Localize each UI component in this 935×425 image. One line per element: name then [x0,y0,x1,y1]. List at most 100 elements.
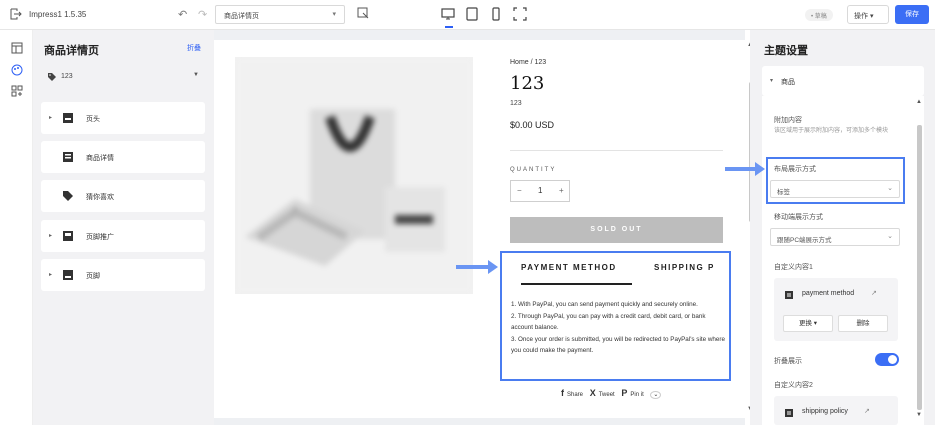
toggle-knob [888,355,897,364]
mobile-layout-select-value: 跟随PC端展示方式 [777,237,832,244]
active-tab-underline [521,283,632,285]
change-button[interactable]: 更换 ▾ [783,315,833,332]
share-link[interactable]: Share [567,392,583,398]
chevron-down-icon: ▾ [332,11,336,18]
mobile-icon[interactable] [489,7,503,21]
document-icon [785,291,793,299]
product-detail-icon [63,152,73,162]
section-item-label: 页脚推广 [86,234,114,241]
caret-down-icon[interactable]: ▾ [770,77,773,84]
page-select-value: 商品详情页 [224,13,259,20]
layout-highlight [766,157,905,204]
save-button[interactable]: 保存 [895,5,929,24]
page-select[interactable]: 商品详情页 ▾ [215,5,345,24]
section-item-footer[interactable]: ▸ 页脚 [41,259,205,291]
product-photo [235,57,473,294]
section-item-footer-promo[interactable]: ▸ 页脚推广 [41,220,205,252]
tab-payment-method[interactable]: PAYMENT METHOD [521,263,617,272]
settings-scrollbar[interactable] [917,125,922,410]
section-item-label: 页脚 [86,273,100,280]
scroll-up-icon[interactable]: ▲ [916,99,922,105]
tweet-link[interactable]: Tweet [599,392,615,398]
caret-down-icon: ▼ [193,72,199,78]
product-sku: 123 [510,100,522,107]
custom-content-name: payment method [802,290,855,297]
caret-right-icon[interactable]: ▸ [49,232,52,239]
panel-title: 商品详情页 [44,45,99,57]
payment-line: 2. Through PayPal, you can pay with a cr… [511,312,706,332]
document-icon [785,409,793,417]
layout-icon[interactable] [11,42,23,54]
active-device-indicator [445,26,453,28]
redo-icon[interactable]: ↷ [198,8,207,21]
pinterest-icon[interactable]: P [621,388,627,398]
tablet-icon[interactable] [465,7,479,21]
preview-canvas: Home / 123 123 123 $0.00 USD QUANTITY − … [214,30,753,425]
tab-shipping[interactable]: SHIPPING P [654,263,715,272]
payment-line: 1. With PayPal, you can send payment qui… [511,301,698,308]
share-row: f Share X Tweet P Pin it ⌄ [561,388,666,399]
caret-right-icon[interactable]: ▸ [49,271,52,278]
caret-right-icon[interactable]: ▸ [49,114,52,121]
product-image[interactable] [235,57,473,294]
extra-content-label: 附加内容 [774,117,802,124]
section-item-recommend[interactable]: 猜你喜欢 [41,180,205,212]
inspect-icon[interactable] [357,7,369,19]
collapse-button[interactable]: 折叠 [187,43,201,53]
product-price: $0.00 USD [510,120,555,130]
left-panel: 商品详情页 折叠 123 ▼ ▸ 页头 商品详情 猜你喜欢 ▸ 页脚推广 ▸ 页… [33,30,214,425]
desktop-icon[interactable] [441,7,455,21]
tag-icon [48,73,56,81]
product-title: 123 [510,73,545,94]
custom-content-name: shipping policy [802,408,848,415]
template-select[interactable]: 123 ▼ [43,66,205,88]
callout-arrow-icon [725,162,765,176]
quantity-label: QUANTITY [510,167,557,173]
chevron-down-icon: ⌄ [887,233,893,240]
breadcrumb: Home / 123 [510,59,547,66]
payment-line: 3. Once your order is submitted, you wil… [511,335,725,355]
facebook-icon[interactable]: f [561,388,564,398]
qty-value[interactable]: 1 [538,186,542,195]
footer-promo-icon [63,231,73,241]
section-item-label: 页头 [86,116,100,123]
extra-content-hint: 该区域用于展示附加内容，可添加多个模块 [774,128,889,134]
exit-icon[interactable] [10,8,22,20]
qty-plus-button[interactable]: + [559,186,564,195]
divider [510,150,723,151]
top-bar: Impress1 1.5.35 ↶ ↷ 商品详情页 ▾ • 草稿 操作 ▾ 保存 [0,0,935,30]
qty-minus-button[interactable]: − [517,186,522,195]
panel-title: 主题设置 [764,45,808,57]
delete-button[interactable]: 删除 [838,315,888,332]
quantity-stepper[interactable]: − 1 + [510,180,570,202]
settings-body [762,96,913,425]
scroll-down-icon[interactable]: ▼ [916,412,922,418]
palette-icon[interactable] [11,64,23,76]
template-select-value: 123 [61,73,73,80]
fold-toggle[interactable] [875,353,899,366]
fold-label: 折叠展示 [774,358,802,365]
external-link-icon[interactable]: ↗ [864,407,870,415]
external-link-icon[interactable]: ↗ [871,289,877,297]
tab-content: 1. With PayPal, you can send payment qui… [511,299,729,357]
apps-icon[interactable] [11,85,23,97]
undo-icon[interactable]: ↶ [178,8,187,21]
x-icon[interactable]: X [590,388,596,398]
product-page: Home / 123 123 123 $0.00 USD QUANTITY − … [214,40,745,418]
section-header-product[interactable]: ▾ 商品 [762,66,924,96]
sold-out-button[interactable]: SOLD OUT [510,217,723,243]
app-name: Impress1 1.5.35 [29,10,87,19]
section-label: 商品 [781,79,795,86]
chevron-down-icon[interactable]: ⌄ [650,391,662,399]
mobile-layout-label: 移动端展示方式 [774,214,823,221]
mobile-layout-select[interactable]: 跟随PC端展示方式 ⌄ [770,228,900,246]
custom2-label: 自定义内容2 [774,382,813,389]
section-item-label: 商品详情 [86,155,114,162]
pin-link[interactable]: Pin it [630,392,643,398]
fullscreen-icon[interactable] [513,7,527,21]
footer-block-icon [63,270,73,280]
operations-button[interactable]: 操作 ▾ [847,5,889,24]
custom-content-card: shipping policy ↗ [774,396,898,425]
section-item-header[interactable]: ▸ 页头 [41,102,205,134]
section-item-product-detail[interactable]: 商品详情 [41,141,205,173]
